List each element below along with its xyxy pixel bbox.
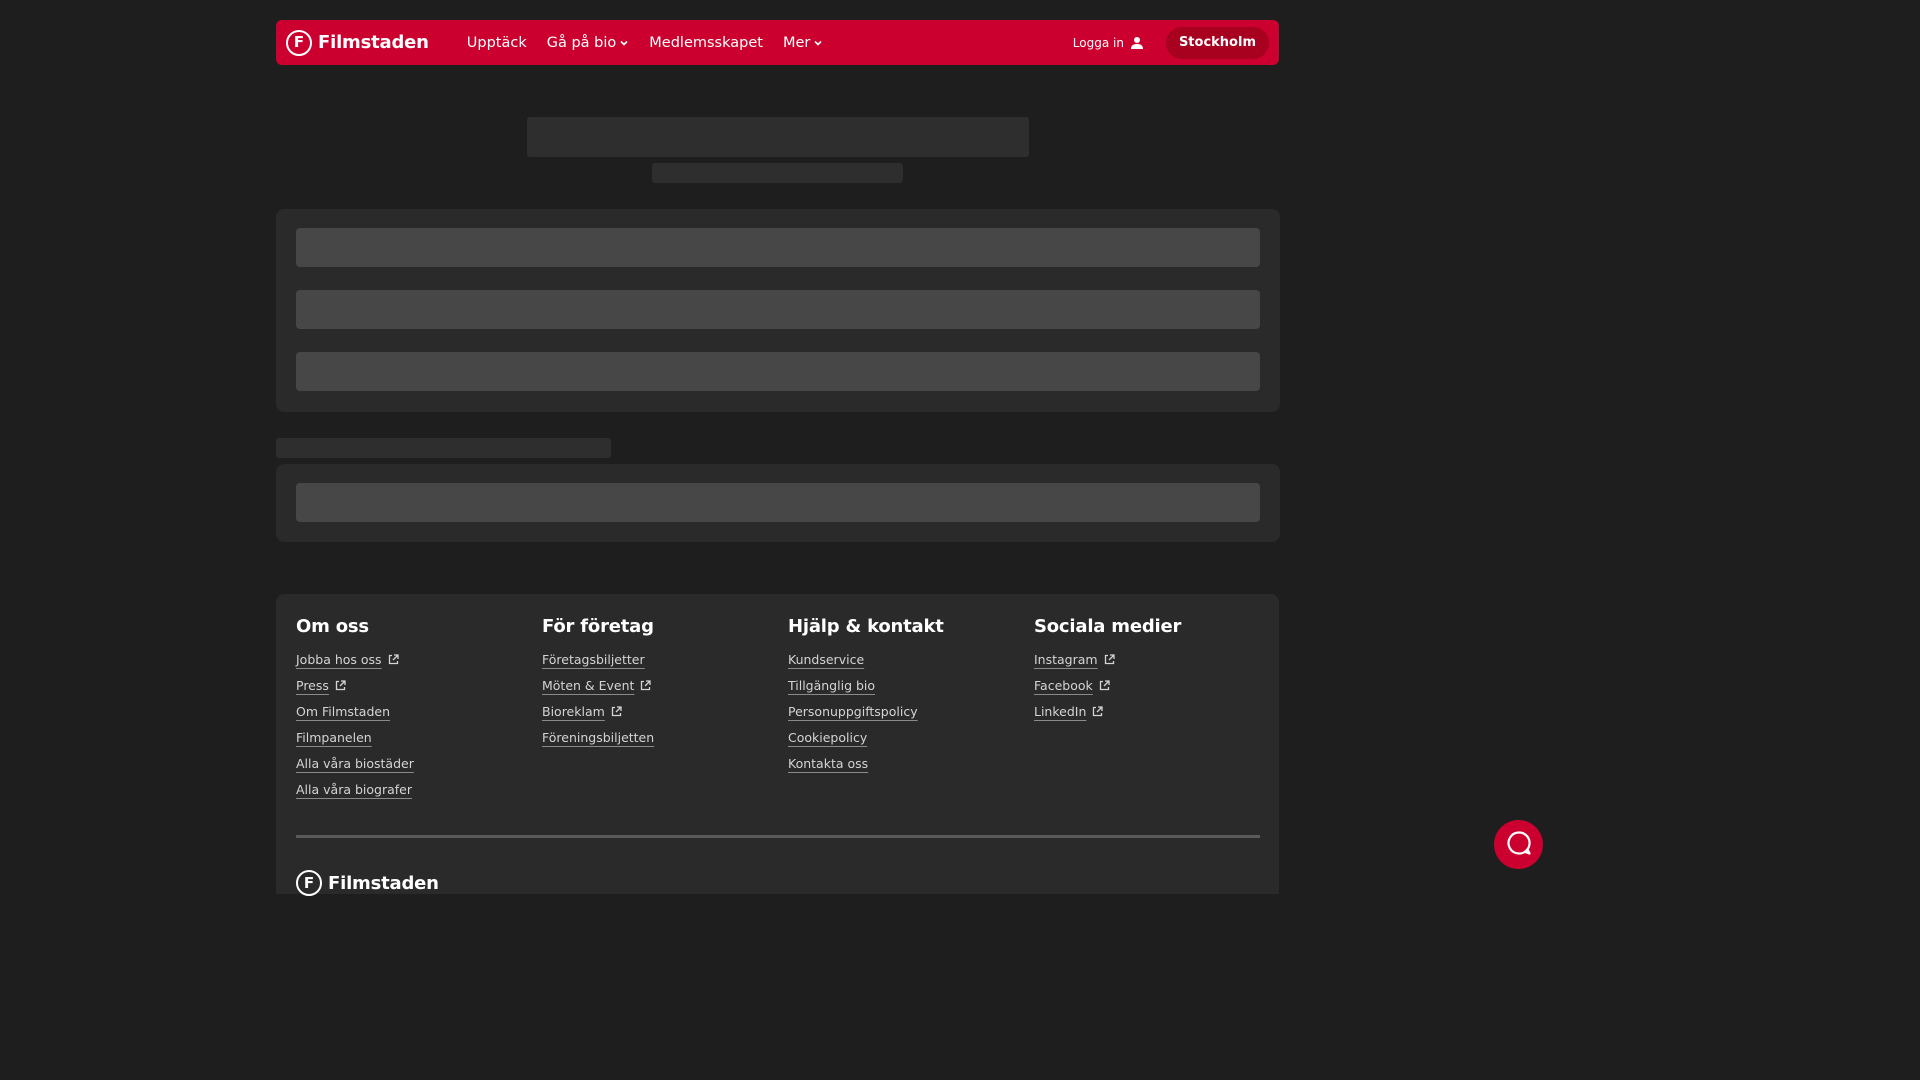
- footer-link-label: Föreningsbiljetten: [542, 730, 655, 745]
- logo-mark: F: [296, 870, 322, 896]
- chevron-down-icon: [813, 38, 823, 48]
- logo-text: Filmstaden: [328, 872, 439, 894]
- footer-link-kontakta-oss[interactable]: Kontakta oss: [788, 755, 1018, 772]
- footer-link-label: Om Filmstaden: [296, 704, 391, 719]
- external-link-icon: [388, 654, 399, 665]
- footer-link-label: Bioreklam: [542, 704, 605, 719]
- footer-link-om-filmstaden[interactable]: Om Filmstaden: [296, 703, 526, 720]
- footer-divider: [296, 835, 1260, 838]
- nav-label: Medlemsskapet: [649, 34, 763, 51]
- footer-link-bioreklam[interactable]: Bioreklam: [542, 703, 772, 720]
- skeleton-row: [296, 483, 1260, 522]
- footer-link-personuppgiftspolicy[interactable]: Personuppgiftspolicy: [788, 703, 1018, 720]
- nav-label: Upptäck: [466, 34, 527, 51]
- chat-icon: [1506, 830, 1532, 860]
- footer-link-label: Möten & Event: [542, 678, 635, 693]
- skeleton-subtitle: [652, 163, 903, 183]
- skeleton-section-heading: [276, 438, 611, 458]
- skeleton-row: [296, 352, 1260, 391]
- footer-column-title: Sociala medier: [1034, 616, 1182, 637]
- skeleton-panel: [276, 464, 1280, 542]
- footer-link-label: Alla våra biografer: [296, 782, 412, 797]
- footer-link-biografer[interactable]: Alla våra biografer: [296, 781, 526, 798]
- footer-link-label: LinkedIn: [1034, 704, 1087, 719]
- main-nav: Upptäck Gå på bio Medlemsskapet Mer: [467, 35, 844, 51]
- footer-link-label: Personuppgiftspolicy: [788, 704, 918, 719]
- footer-link-label: Tillgänglig bio: [788, 678, 876, 693]
- nav-label: Mer: [782, 34, 811, 51]
- footer-column-title: För företag: [542, 616, 654, 637]
- footer-link-label: Kontakta oss: [788, 756, 869, 771]
- footer-link-foreningsbiljetten[interactable]: Föreningsbiljetten: [542, 729, 772, 746]
- footer-logo[interactable]: F Filmstaden: [296, 870, 439, 896]
- skeleton-row: [296, 228, 1260, 267]
- footer-link-label: Filmpanelen: [296, 730, 372, 745]
- external-link-icon: [611, 706, 622, 717]
- footer-link-facebook[interactable]: Facebook: [1034, 677, 1264, 694]
- footer-link-instagram[interactable]: Instagram: [1034, 651, 1264, 668]
- filmstaden-logo[interactable]: F Filmstaden: [286, 29, 429, 56]
- nav-item-ga-pa-bio[interactable]: Gå på bio: [547, 35, 630, 51]
- footer-link-jobba-hos-oss[interactable]: Jobba hos oss: [296, 651, 526, 668]
- skeleton-title: [527, 117, 1029, 157]
- external-link-icon: [1092, 706, 1104, 717]
- footer-link-biostader[interactable]: Alla våra biostäder: [296, 755, 526, 772]
- city-label: Stockholm: [1178, 35, 1256, 50]
- footer-column-title: Hjälp & kontakt: [788, 616, 944, 637]
- nav-item-medlemsskapet[interactable]: Medlemsskapet: [649, 35, 763, 51]
- footer-link-label: Jobba hos oss: [296, 652, 382, 667]
- login-label: Logga in: [1072, 35, 1124, 50]
- footer-link-tillganglig-bio[interactable]: Tillgänglig bio: [788, 677, 1018, 694]
- login-button[interactable]: Logga in: [1073, 36, 1144, 50]
- logo-mark: F: [286, 29, 312, 56]
- user-icon: [1130, 36, 1144, 50]
- skeleton-row: [296, 290, 1260, 329]
- external-link-icon: [640, 680, 652, 691]
- external-link-icon: [1104, 654, 1115, 665]
- external-link-icon: [335, 680, 346, 691]
- footer-link-filmpanelen[interactable]: Filmpanelen: [296, 729, 526, 746]
- footer-column-om-oss: Om oss Jobba hos oss Press Om Filmstaden…: [296, 616, 526, 807]
- city-selector-button[interactable]: Stockholm: [1165, 26, 1269, 59]
- skeleton-panel: [276, 209, 1280, 412]
- nav-item-mer[interactable]: Mer: [783, 35, 823, 51]
- site-footer: Om oss Jobba hos oss Press Om Filmstaden…: [276, 594, 1279, 896]
- footer-link-kundservice[interactable]: Kundservice: [788, 651, 1018, 668]
- footer-column-title: Om oss: [296, 616, 369, 637]
- footer-link-label: Kundservice: [788, 652, 865, 667]
- footer-link-cookiepolicy[interactable]: Cookiepolicy: [788, 729, 1018, 746]
- footer-column-sociala-medier: Sociala medier Instagram Facebook Linked…: [1034, 616, 1264, 729]
- chevron-down-icon: [619, 38, 629, 48]
- footer-column-hjalp-kontakt: Hjälp & kontakt Kundservice Tillgänglig …: [788, 616, 1018, 781]
- logo-text: Filmstaden: [318, 32, 429, 53]
- footer-column-for-foretag: För företag Företagsbiljetter Möten & Ev…: [542, 616, 772, 755]
- nav-item-upptack[interactable]: Upptäck: [467, 35, 527, 51]
- top-navigation-bar: F Filmstaden Upptäck Gå på bio Medlemssk…: [276, 20, 1279, 65]
- external-link-icon: [1099, 680, 1110, 691]
- footer-link-foretagsbiljetter[interactable]: Företagsbiljetter: [542, 651, 772, 668]
- footer-link-press[interactable]: Press: [296, 677, 526, 694]
- footer-link-label: Företagsbiljetter: [542, 652, 645, 667]
- footer-link-linkedin[interactable]: LinkedIn: [1034, 703, 1264, 720]
- footer-link-moten-event[interactable]: Möten & Event: [542, 677, 772, 694]
- footer-link-label: Cookiepolicy: [788, 730, 868, 745]
- chat-button[interactable]: [1494, 820, 1543, 869]
- footer-link-label: Alla våra biostäder: [296, 756, 414, 771]
- nav-label: Gå på bio: [546, 34, 617, 51]
- footer-link-label: Press: [296, 678, 329, 693]
- footer-link-label: Facebook: [1034, 678, 1093, 693]
- footer-link-label: Instagram: [1034, 652, 1098, 667]
